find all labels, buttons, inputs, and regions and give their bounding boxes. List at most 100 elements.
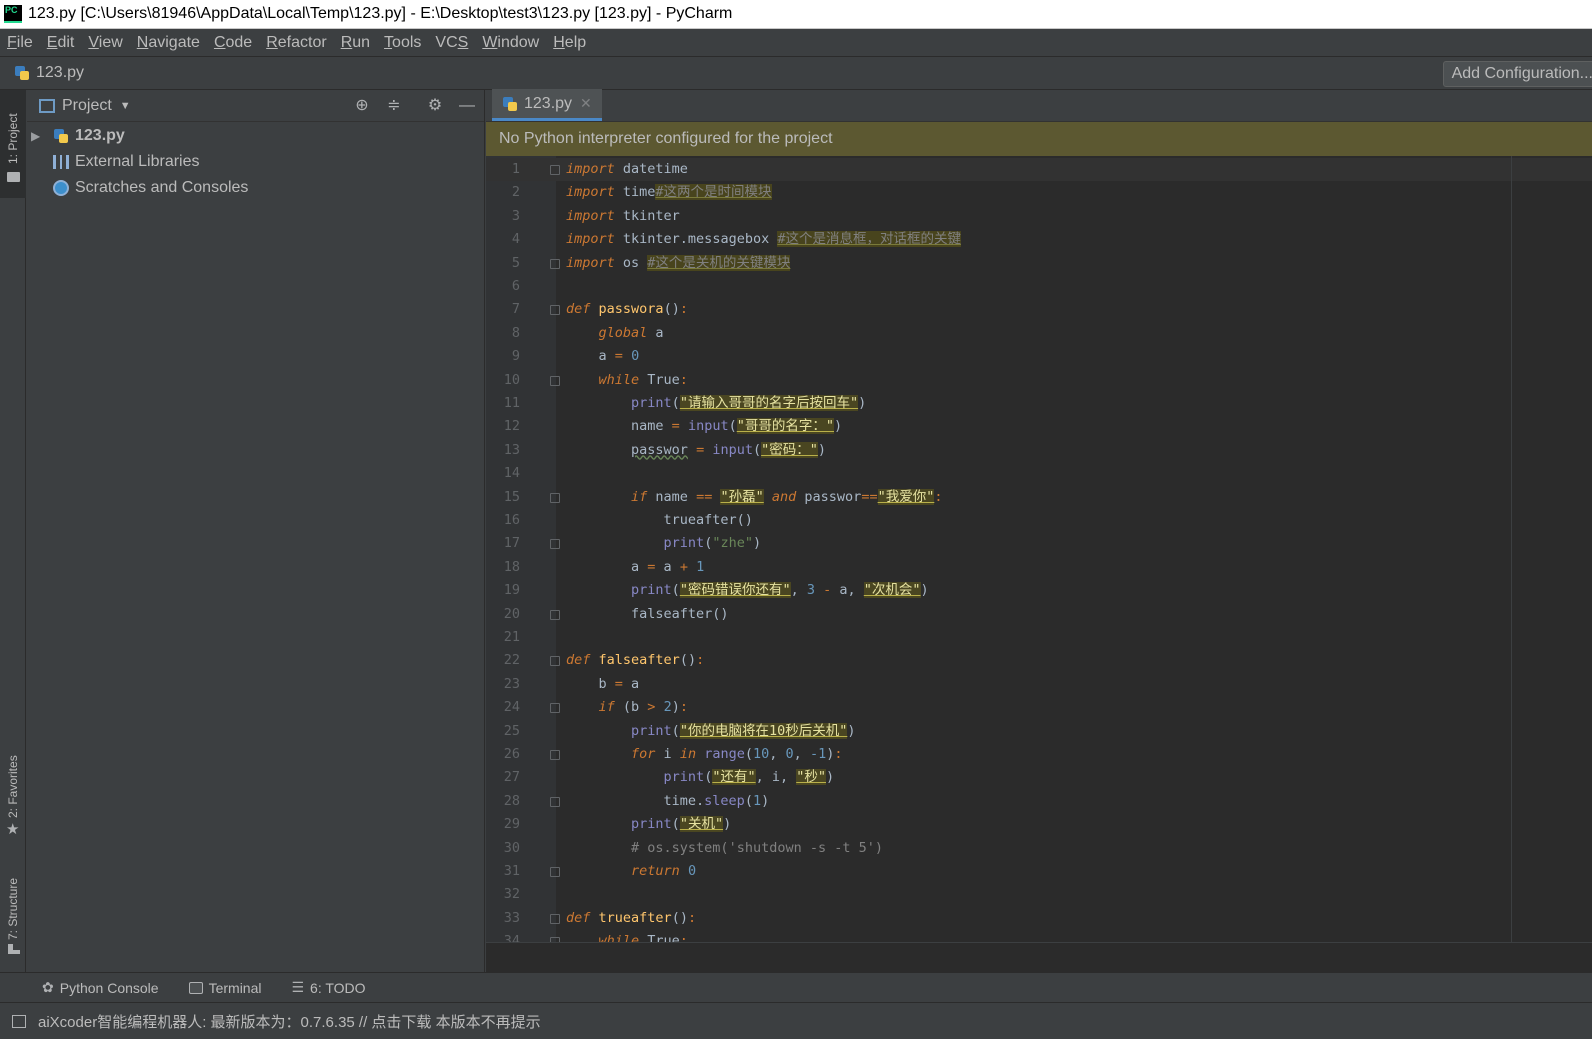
code-token: a [566, 348, 615, 365]
tree-item-scratches[interactable]: Scratches and Consoles [27, 175, 484, 201]
expand-arrow-icon[interactable]: ▶ [31, 129, 40, 143]
code-line[interactable]: 27 print("还有", i, "秒") [486, 766, 1592, 789]
code-line[interactable]: 16 trueafter() [486, 509, 1592, 532]
menu-vcs[interactable]: VCS [435, 34, 468, 52]
fold-marker-icon[interactable] [550, 375, 560, 386]
pycharm-logo-icon: PC [4, 5, 22, 23]
code-line[interactable]: 28 time.sleep(1) [486, 790, 1592, 813]
fold-marker-icon[interactable] [550, 913, 560, 924]
code-line[interactable]: 21 [486, 626, 1592, 649]
code-line[interactable]: 5 import os #这个是关机的关键模块 [486, 252, 1592, 275]
code-token: 0 [687, 863, 697, 879]
code-token: and [771, 488, 797, 505]
menu-help[interactable]: Help [553, 34, 586, 52]
code-token: input [687, 418, 729, 435]
tool-tab-structure[interactable]: 7: Structure [0, 862, 26, 962]
line-number: 33 [503, 909, 520, 926]
fold-marker-icon[interactable] [550, 305, 560, 316]
code-line[interactable]: 9 a = 0 [486, 345, 1592, 368]
code-line[interactable]: 31 return 0 [486, 860, 1592, 883]
status-message[interactable]: aiXcoder智能编程机器人: 最新版本为：0.7.6.35 // 点击下载 … [38, 1011, 541, 1032]
code-line[interactable]: 13 passwor = input("密码：") [486, 439, 1592, 462]
tree-item-external-libraries[interactable]: External Libraries [27, 149, 484, 175]
tool-tab-todo[interactable]: ☰ 6: TODO [291, 979, 365, 996]
code-line[interactable]: 1 import datetime [486, 158, 1592, 181]
code-token: : [687, 909, 697, 926]
menu-run[interactable]: Run [341, 34, 370, 52]
horizontal-scrollbar[interactable] [486, 942, 1592, 972]
fold-marker-icon[interactable] [550, 492, 560, 503]
code-line[interactable]: 26 for i in range(10, 0, -1): [486, 743, 1592, 766]
interpreter-warning-banner[interactable]: No Python interpreter configured for the… [486, 122, 1592, 156]
menu-view[interactable]: View [88, 34, 122, 52]
code-line[interactable]: 11 print("请输入哥哥的名字后按回车") [486, 392, 1592, 415]
dropdown-arrow-icon[interactable]: ▼ [120, 100, 131, 112]
editor-tab-123-py[interactable]: 123.py ✕ [492, 89, 602, 121]
code-line[interactable]: 32 [486, 883, 1592, 906]
code-line[interactable]: 3 import tkinter [486, 205, 1592, 228]
tool-tab-project[interactable]: 1: Project [0, 90, 26, 198]
collapse-all-icon[interactable]: ≑ [385, 97, 403, 115]
code-line[interactable]: 6 [486, 275, 1592, 298]
project-view-selector[interactable]: Project [62, 97, 112, 115]
code-line[interactable]: 8 global a [486, 322, 1592, 345]
locate-crosshair-icon[interactable]: ⊕ [353, 97, 371, 115]
code-line[interactable]: 10 while True: [486, 369, 1592, 392]
code-editor[interactable]: 1 import datetime 2 import time#这两个是时间模块 3 im… [486, 156, 1592, 942]
code-line[interactable]: 14 [486, 462, 1592, 485]
tool-tab-python-console[interactable]: ✿ Python Console [42, 979, 159, 996]
code-line[interactable]: 4 import tkinter.messagebox #这个是消息框，对话框的关… [486, 228, 1592, 251]
menu-file[interactable]: File [7, 34, 33, 52]
code-line[interactable]: 15 if name == "孙磊" and passwor=="我爱你": [486, 486, 1592, 509]
code-line[interactable]: 24 if (b > 2): [486, 696, 1592, 719]
add-configuration-button[interactable]: Add Configuration... [1442, 61, 1592, 87]
code-line[interactable]: 2 import time#这两个是时间模块 [486, 181, 1592, 204]
code-line[interactable]: 18 a = a + 1 [486, 556, 1592, 579]
fold-marker-icon[interactable] [550, 539, 560, 550]
fold-marker-icon[interactable] [550, 796, 560, 807]
menu-window[interactable]: Window [482, 34, 539, 52]
hide-panel-icon[interactable]: — [458, 97, 476, 115]
code-line[interactable]: 34 while True: [486, 930, 1592, 942]
code-line[interactable]: 19 print("密码错误你还有", 3 - a, "次机会") [486, 579, 1592, 602]
menu-refactor[interactable]: Refactor [266, 34, 326, 52]
fold-marker-icon[interactable] [550, 258, 560, 269]
fold-marker-icon[interactable] [550, 867, 560, 877]
menu-edit[interactable]: Edit [47, 34, 75, 52]
code-token: "请输入哥哥的名字后按回车" [679, 395, 859, 411]
tool-tab-terminal[interactable]: Terminal [188, 980, 261, 996]
tool-tab-favorites[interactable]: 2: Favorites ★ [0, 740, 26, 840]
code-line[interactable]: 25 print("你的电脑将在10秒后关机") [486, 720, 1592, 743]
code-line[interactable]: 33 def trueafter(): [486, 907, 1592, 930]
code-line[interactable]: 12 name = input("哥哥的名字：") [486, 415, 1592, 438]
code-line[interactable]: 23 b = a [486, 673, 1592, 696]
tree-item-123-py[interactable]: ▶ 123.py [27, 123, 484, 149]
code-text: def falseafter(): [566, 649, 704, 672]
code-token: 0 [785, 746, 794, 762]
code-token: trueafter() [566, 512, 753, 528]
code-token: ) [752, 535, 762, 552]
settings-gear-icon[interactable]: ⚙ [426, 97, 444, 115]
line-number: 6 [511, 278, 520, 294]
toggle-tool-windows-icon[interactable] [12, 1014, 26, 1028]
close-tab-icon[interactable]: ✕ [580, 95, 592, 112]
menu-navigate[interactable]: Navigate [137, 34, 200, 52]
breadcrumb-file[interactable]: 123.py [36, 64, 84, 82]
menu-code[interactable]: Code [214, 34, 252, 52]
fold-marker-icon[interactable] [550, 165, 560, 175]
fold-marker-icon[interactable] [550, 609, 560, 620]
line-number: 22 [503, 652, 520, 669]
code-line[interactable]: 17 print("zhe") [486, 532, 1592, 555]
fold-marker-icon[interactable] [550, 750, 560, 760]
code-line[interactable]: 20 falseafter() [486, 603, 1592, 626]
code-token: : [679, 699, 688, 716]
code-token: print [663, 535, 705, 552]
code-line[interactable]: 29 print("关机") [486, 813, 1592, 836]
code-line[interactable]: 7 def passwora(): [486, 298, 1592, 321]
fold-marker-icon[interactable] [550, 656, 560, 667]
code-token: # os.system('shutdown -s -t 5') [631, 839, 883, 856]
code-line[interactable]: 22 def falseafter(): [486, 649, 1592, 672]
code-line[interactable]: 30 # os.system('shutdown -s -t 5') [486, 837, 1592, 860]
fold-marker-icon[interactable] [550, 703, 560, 714]
menu-tools[interactable]: Tools [384, 34, 421, 52]
